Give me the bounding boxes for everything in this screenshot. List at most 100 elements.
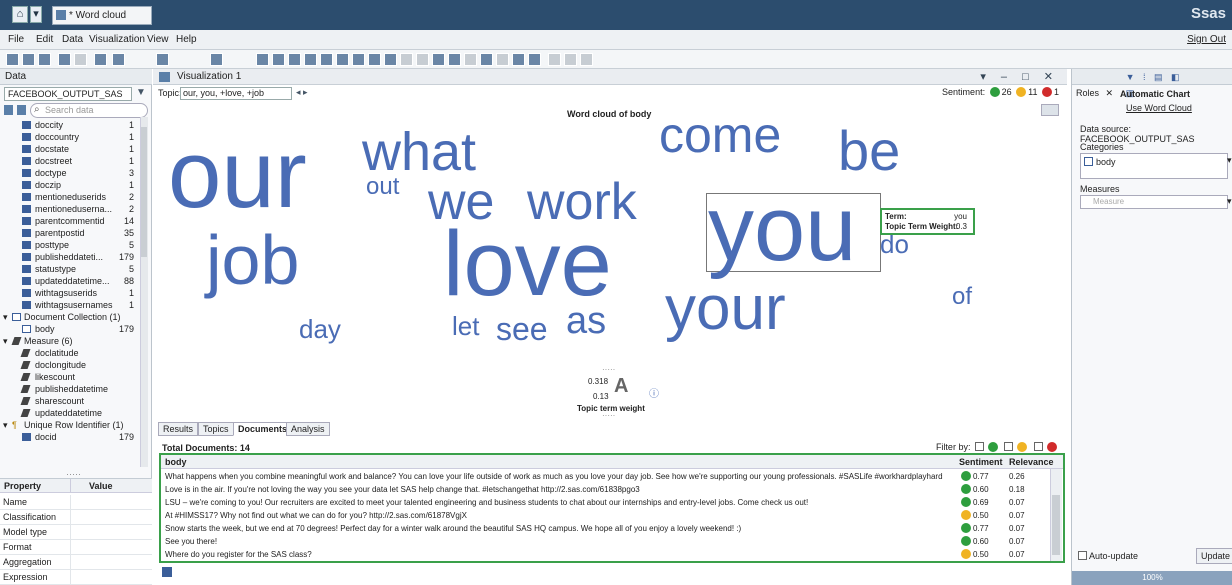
categories-dropdown-icon[interactable]: ▾ [1227, 155, 1232, 166]
sign-out-link[interactable]: Sign Out [1187, 34, 1226, 45]
expand-icon[interactable]: ▾ [3, 311, 8, 323]
word-as[interactable]: as [566, 302, 606, 340]
tree-item[interactable]: publisheddatetime [0, 383, 146, 395]
measures-dropdown-icon[interactable]: ▾ [1227, 196, 1232, 207]
menu-view[interactable]: View [147, 34, 169, 45]
geo-icon[interactable] [400, 53, 413, 66]
open-icon[interactable] [22, 53, 35, 66]
tree-item[interactable]: docid 179 [0, 431, 146, 443]
tree-item[interactable]: posttype 5 [0, 239, 146, 251]
data-view-icon[interactable] [94, 53, 107, 66]
bubble-icon[interactable] [352, 53, 365, 66]
path-icon[interactable] [528, 53, 541, 66]
tab-topics[interactable]: Topics [198, 422, 234, 436]
tree-item[interactable]: doccity 1 [0, 119, 146, 131]
bar-chart-icon[interactable] [288, 53, 301, 66]
word-what[interactable]: what [362, 125, 476, 179]
tab-documents[interactable]: Documents [233, 422, 293, 436]
table-row[interactable]: At #HIMSS17? Why not find out what we ca… [161, 510, 1051, 522]
info-icon[interactable]: ⓘ [649, 385, 659, 400]
gauge-icon[interactable] [464, 53, 477, 66]
tree-item[interactable]: docstate 1 [0, 143, 146, 155]
tree-item[interactable]: parentcommentid 14 [0, 215, 146, 227]
tree-group-unique[interactable]: ▾ ¶ Unique Row Identifier (1) [0, 419, 146, 431]
data-filter-icon[interactable]: ▼ [136, 87, 148, 101]
word-let[interactable]: let [452, 313, 479, 339]
tree-item[interactable]: likescount [0, 371, 146, 383]
filter-neutral-checkbox[interactable] [1004, 442, 1014, 451]
filter-icon[interactable] [112, 53, 125, 66]
save-icon[interactable] [38, 53, 51, 66]
table-row[interactable]: What happens when you combine meaningful… [161, 471, 1051, 483]
tree-item[interactable]: withtagsusernames 1 [0, 299, 146, 311]
tree-item[interactable]: parentpostid 35 [0, 227, 146, 239]
word-cloud-icon[interactable] [512, 53, 525, 66]
report-icon[interactable] [548, 53, 561, 66]
home-menu-chevron-icon[interactable]: ▾ [30, 6, 42, 23]
search-input[interactable]: Search data [30, 103, 148, 118]
visualization-controls[interactable]: ▾ – □ ✕ [980, 70, 1059, 83]
word-of[interactable]: of [952, 285, 972, 309]
tree-item[interactable]: doclongitude [0, 359, 146, 371]
tree-item[interactable]: publisheddateti... 179 [0, 251, 146, 263]
use-word-cloud-link[interactable]: Use Word Cloud [1126, 103, 1192, 113]
word-our[interactable]: our [168, 127, 307, 223]
word-see[interactable]: see [496, 313, 548, 345]
visualization-type-icon[interactable] [159, 72, 170, 82]
expand-icon[interactable]: ▾ [3, 419, 8, 431]
menu-help[interactable]: Help [176, 34, 197, 45]
auto-update-checkbox[interactable]: Auto-update [1076, 551, 1138, 561]
undo-icon[interactable] [58, 53, 71, 66]
line-chart-icon[interactable] [320, 53, 333, 66]
layout-icon[interactable] [564, 53, 577, 66]
word-be[interactable]: be [838, 123, 900, 179]
scatter-icon[interactable] [336, 53, 349, 66]
word-day[interactable]: day [299, 316, 341, 342]
tree-item[interactable]: body 179 [0, 323, 146, 335]
tree-item[interactable]: updateddatetime... 88 [0, 275, 146, 287]
tree-item[interactable]: docstreet 1 [0, 155, 146, 167]
documents-scroll-thumb[interactable] [1052, 495, 1060, 555]
table-row[interactable]: See you there! 0.60 0.07 [161, 536, 1051, 548]
relevance-column-header[interactable]: Relevance [1009, 455, 1054, 469]
table-row[interactable]: Where do you register for the SAS class?… [161, 549, 1051, 561]
new-icon[interactable] [6, 53, 19, 66]
tree-item[interactable]: sharescount [0, 395, 146, 407]
word-out[interactable]: out [366, 175, 399, 199]
data-source-select[interactable]: FACEBOOK_OUTPUT_SAS [4, 87, 132, 101]
tab-results[interactable]: Results [158, 422, 199, 436]
tab-analysis[interactable]: Analysis [286, 422, 330, 436]
categories-box[interactable]: body [1080, 153, 1228, 179]
tree-item[interactable]: doctype 3 [0, 167, 146, 179]
treemap-icon[interactable] [480, 53, 493, 66]
insert-icon[interactable] [156, 53, 169, 66]
network-icon[interactable] [368, 53, 381, 66]
word-come[interactable]: come [659, 110, 781, 160]
data-tree-scroll-thumb[interactable] [141, 127, 147, 257]
word-job[interactable]: job [206, 225, 299, 295]
filter-negative-checkbox[interactable] [1034, 442, 1043, 451]
word-you[interactable]: you [708, 183, 856, 275]
forecast-icon[interactable] [416, 53, 429, 66]
menu-edit[interactable]: Edit [36, 34, 53, 45]
export-icon[interactable] [210, 53, 223, 66]
sentiment-column-header[interactable]: Sentiment [959, 455, 1003, 469]
correlation-icon[interactable] [496, 53, 509, 66]
box-plot-icon[interactable] [432, 53, 445, 66]
tree-group-documents[interactable]: ▾ Document Collection (1) [0, 311, 146, 323]
document-tab[interactable]: * Word cloud [52, 6, 152, 25]
expand-icon[interactable]: ▾ [3, 335, 8, 347]
topic-nav-icons[interactable]: ◂ ▸ [296, 87, 308, 98]
category-item[interactable]: body [1096, 157, 1116, 167]
home-icon[interactable]: ⌂ [12, 6, 28, 23]
menu-file[interactable]: File [8, 34, 24, 45]
tree-item[interactable]: withtagsuserids 1 [0, 287, 146, 299]
tree-group-measures[interactable]: ▾ Measure (6) [0, 335, 146, 347]
duplicate-icon[interactable] [17, 105, 26, 115]
bottom-panel-icon[interactable] [162, 567, 172, 577]
crosstab-icon[interactable] [272, 53, 285, 66]
heat-map-icon[interactable] [448, 53, 461, 66]
tab-roles[interactable]: Roles [1076, 88, 1099, 98]
tree-item[interactable]: doccountry 1 [0, 131, 146, 143]
tree-item[interactable]: mentioneduserids 2 [0, 191, 146, 203]
